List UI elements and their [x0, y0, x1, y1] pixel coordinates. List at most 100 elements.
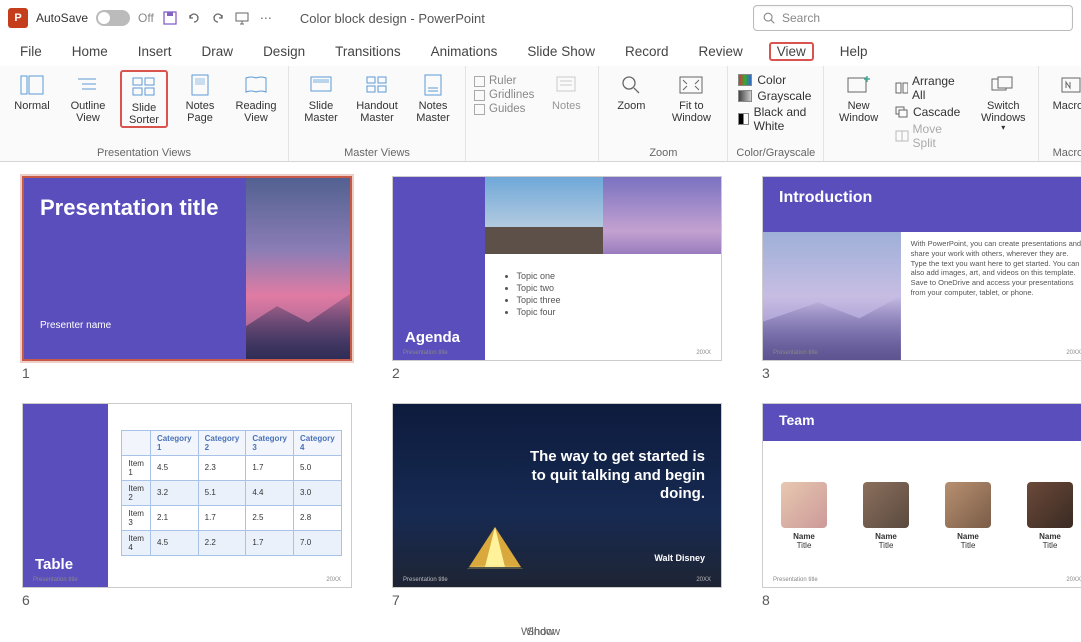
- slide-thumb-2[interactable]: Topic one Topic two Topic three Topic fo…: [392, 176, 722, 381]
- fit-to-window-button[interactable]: Fit to Window: [663, 70, 719, 124]
- slide7-attr: Walt Disney: [654, 553, 705, 563]
- slide-number: 6: [22, 592, 352, 608]
- slide1-title: Presentation title: [40, 196, 230, 220]
- slide8-title: Team: [763, 404, 1081, 441]
- tab-record[interactable]: Record: [621, 42, 673, 61]
- qat-customize-icon[interactable]: ⋯: [258, 10, 274, 26]
- slide3-title: Introduction: [763, 177, 1081, 232]
- zoom-icon: [618, 72, 644, 98]
- handout-master-button[interactable]: Handout Master: [353, 70, 401, 124]
- ribbon: Normal Outline View Slide Sorter Notes P…: [0, 66, 1081, 162]
- slide-thumb-1[interactable]: Presentation title Presenter name 1: [22, 176, 352, 381]
- checkbox-icon: [474, 90, 485, 101]
- group-macros: Macros Macros: [1039, 66, 1081, 161]
- tab-design[interactable]: Design: [259, 42, 309, 61]
- blackwhite-button[interactable]: Black and White: [736, 104, 815, 134]
- notes-page-button[interactable]: Notes Page: [176, 70, 224, 128]
- macros-button[interactable]: Macros: [1047, 70, 1081, 112]
- gridlines-checkbox[interactable]: Gridlines: [474, 88, 534, 102]
- group-color-grayscale: Color Grayscale Black and White Color/Gr…: [728, 66, 824, 161]
- tab-slideshow[interactable]: Slide Show: [523, 42, 599, 61]
- avatar: [863, 482, 909, 528]
- checkbox-icon: [474, 104, 485, 115]
- tab-home[interactable]: Home: [68, 42, 112, 61]
- outline-view-button[interactable]: Outline View: [64, 70, 112, 128]
- switch-windows-button[interactable]: Switch Windows▾: [977, 70, 1030, 133]
- group-zoom: Zoom Fit to Window Zoom: [599, 66, 728, 161]
- tab-help[interactable]: Help: [836, 42, 872, 61]
- slide2-topics: Topic one Topic two Topic three Topic fo…: [505, 269, 561, 319]
- slide6-title: Table: [35, 556, 73, 573]
- slide-master-icon: [308, 72, 334, 98]
- slide-thumb-3[interactable]: Introduction With PowerPoint, you can cr…: [762, 176, 1081, 381]
- tab-file[interactable]: File: [16, 42, 46, 61]
- avatar: [945, 482, 991, 528]
- slide8-team: NameTitle NameTitle NameTitle NameTitle: [763, 455, 1081, 577]
- group-label-zoom: Zoom: [649, 147, 677, 161]
- bw-swatch-icon: [738, 113, 748, 125]
- search-icon: [762, 11, 776, 25]
- arrange-icon: [895, 82, 908, 94]
- tab-insert[interactable]: Insert: [134, 42, 176, 61]
- macros-icon: [1058, 72, 1081, 98]
- ruler-checkbox[interactable]: Ruler: [474, 74, 534, 88]
- notes-page-icon: [187, 72, 213, 98]
- group-label-macros: Macros: [1053, 147, 1081, 161]
- fit-window-icon: [678, 72, 704, 98]
- grayscale-swatch-icon: [738, 90, 752, 102]
- reading-view-icon: [243, 72, 269, 98]
- color-swatch-icon: [738, 74, 752, 86]
- cascade-button[interactable]: Cascade: [893, 103, 969, 120]
- slide-thumb-7[interactable]: The way to get started is to quit talkin…: [392, 403, 722, 608]
- slide-sorter-button[interactable]: Slide Sorter: [120, 70, 168, 128]
- cascade-icon: [895, 106, 909, 118]
- present-icon[interactable]: [234, 10, 250, 26]
- outline-view-icon: [75, 72, 101, 98]
- normal-view-icon: [19, 72, 45, 98]
- new-window-icon: [846, 72, 872, 98]
- zoom-button[interactable]: Zoom: [607, 70, 655, 124]
- tab-transitions[interactable]: Transitions: [331, 42, 405, 61]
- notes-master-icon: [420, 72, 446, 98]
- group-master-views: Slide Master Handout Master Notes Master…: [289, 66, 466, 161]
- grayscale-button[interactable]: Grayscale: [736, 88, 813, 104]
- save-icon[interactable]: [162, 10, 178, 26]
- slide-sorter-icon: [131, 74, 157, 100]
- slide-sorter-pane[interactable]: Presentation title Presenter name 1 Topi…: [0, 162, 1081, 622]
- color-button[interactable]: Color: [736, 72, 788, 88]
- normal-view-button[interactable]: Normal: [8, 70, 56, 128]
- slide-number: 1: [22, 365, 352, 381]
- group-window: New Window Arrange All Cascade Move Spli…: [824, 66, 1038, 161]
- slide-number: 7: [392, 592, 722, 608]
- redo-icon[interactable]: [210, 10, 226, 26]
- group-label-master-views: Master Views: [344, 147, 410, 161]
- group-label-window: Window: [0, 626, 1081, 640]
- tab-view[interactable]: View: [769, 42, 814, 61]
- undo-icon[interactable]: [186, 10, 202, 26]
- tab-review[interactable]: Review: [695, 42, 747, 61]
- ribbon-tabs: File Home Insert Draw Design Transitions…: [0, 36, 1081, 66]
- notes-icon: [553, 72, 579, 98]
- autosave-toggle[interactable]: [96, 10, 130, 26]
- new-window-button[interactable]: New Window: [832, 70, 885, 124]
- autosave-state: Off: [138, 11, 154, 25]
- arrange-all-button[interactable]: Arrange All: [893, 72, 969, 103]
- search-box[interactable]: Search: [753, 5, 1073, 31]
- avatar: [1027, 482, 1073, 528]
- slide-master-button[interactable]: Slide Master: [297, 70, 345, 124]
- slide2-image-1: [485, 177, 603, 254]
- tent-illustration: [465, 525, 525, 569]
- slide3-image: [763, 232, 901, 360]
- slide-number: 8: [762, 592, 1081, 608]
- slide-thumb-8[interactable]: Team NameTitle NameTitle NameTitle NameT…: [762, 403, 1081, 608]
- group-label-presentation-views: Presentation Views: [97, 147, 191, 161]
- tab-draw[interactable]: Draw: [198, 42, 238, 61]
- notes-master-button[interactable]: Notes Master: [409, 70, 457, 124]
- reading-view-button[interactable]: Reading View: [232, 70, 280, 128]
- tab-animations[interactable]: Animations: [427, 42, 502, 61]
- slide1-image: [246, 178, 350, 359]
- notes-button[interactable]: Notes: [542, 70, 590, 161]
- guides-checkbox[interactable]: Guides: [474, 102, 534, 116]
- checkbox-icon: [474, 76, 485, 87]
- slide-thumb-6[interactable]: Table Category 1Category 2Category 3Cate…: [22, 403, 352, 608]
